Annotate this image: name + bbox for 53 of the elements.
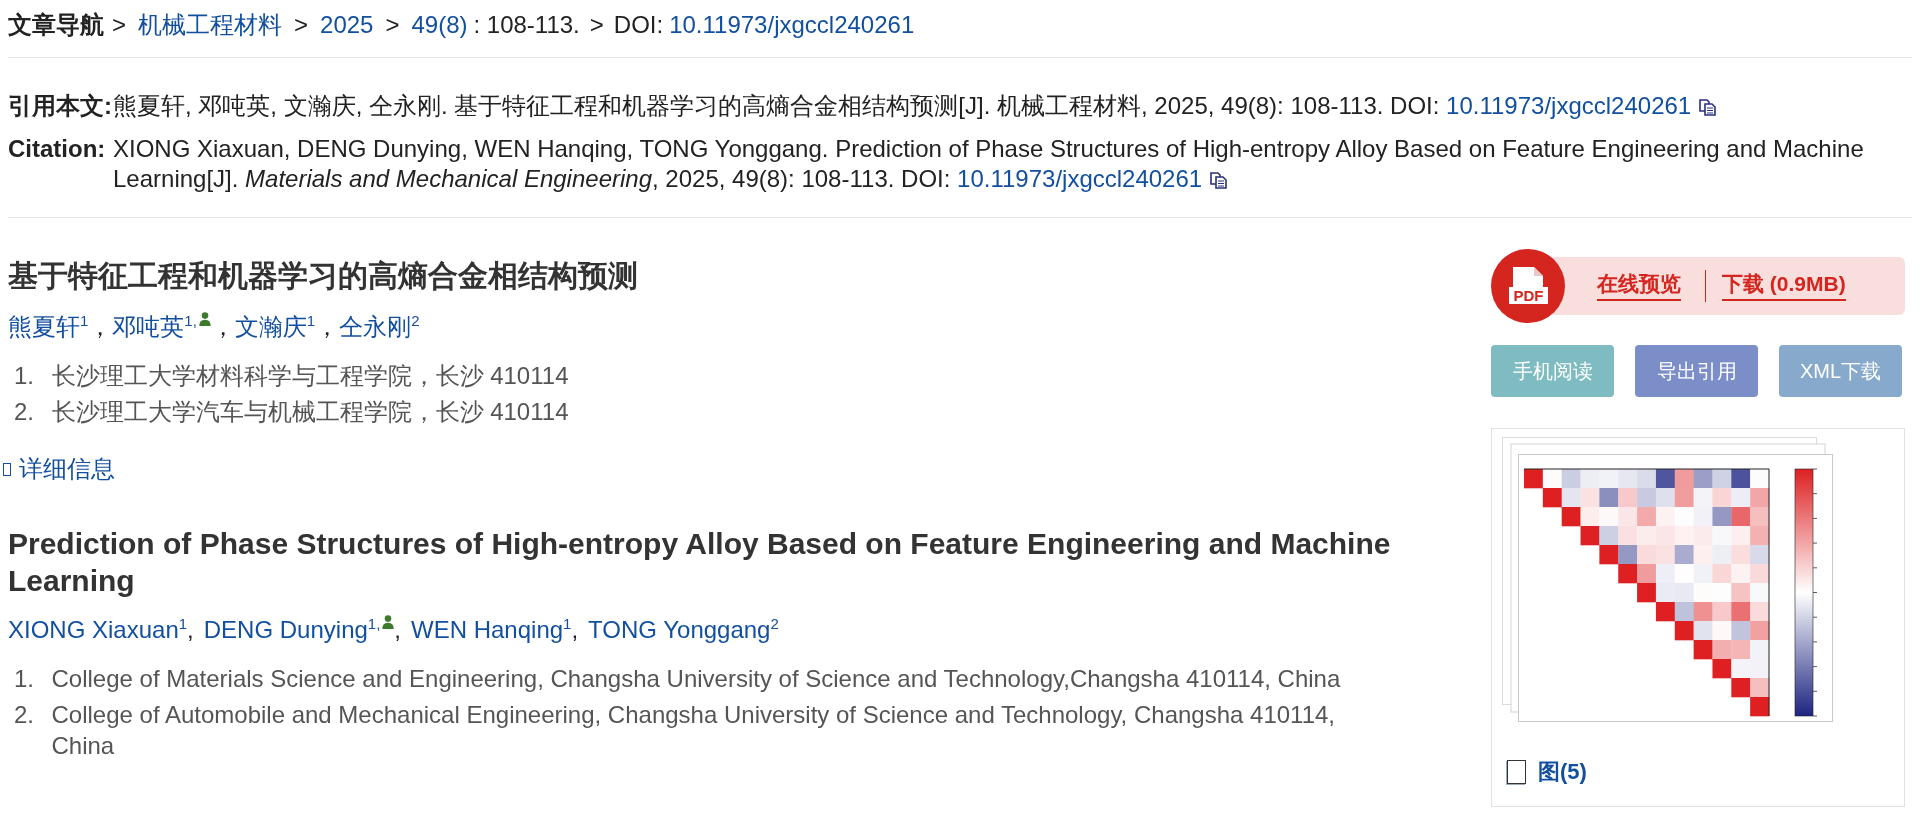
rectangle-icon[interactable]: [3, 462, 11, 476]
author-separator: ，: [210, 313, 235, 340]
breadcrumb-link[interactable]: 机械工程材料: [138, 8, 282, 41]
breadcrumb-text: DOI:: [613, 10, 664, 40]
affiliation-number: 2.: [14, 700, 35, 730]
author-link[interactable]: 仝永刚$^{2}$: [339, 313, 420, 340]
rectangle-icon: [1507, 760, 1526, 784]
author-link[interactable]: 熊夏轩$^{1}$: [8, 313, 89, 340]
affiliation-number: 1.: [14, 361, 35, 391]
author-link[interactable]: DENG Dunying$^{1,}$: [203, 616, 381, 643]
copy-icon[interactable]: [1210, 172, 1228, 189]
breadcrumb-separator: >: [385, 10, 400, 40]
affiliation-text: College of Automobile and Mechanical Engineering, Changsha University of Science and Technology, Changsha 410114, China: [51, 700, 1336, 761]
author-separator: ,: [394, 616, 401, 643]
doi-link[interactable]: 10.11973/jxgccl240261: [957, 165, 1203, 192]
article-title: 基于特征工程和机器学习的高熵合金相结构预测: [8, 258, 639, 294]
author-separator: ，: [315, 313, 340, 340]
details-link[interactable]: 详细信息: [19, 453, 115, 485]
citation-text: 熊夏轩, 邓吨英, 文瀚庆, 仝永刚. 基于特征工程和机器学习的高熵合金相结构预测[J]. 机械工程材料, 2025, 49(8): 108-113. DOI: 10.11973/jxgccl240261: [113, 92, 1717, 119]
affiliation-text: College of Materials Science and Engineering, Changsha University of Science and Technology,Changsha 410114, China: [51, 664, 1342, 694]
heatmap-figure-drawing[interactable]: [1502, 437, 1833, 722]
citation-label: Citation:: [8, 134, 107, 164]
person-icon[interactable]: [198, 312, 211, 326]
author-link[interactable]: 邓吨英$^{1,}$: [112, 313, 197, 340]
affiliation-number: 2.: [14, 397, 35, 427]
breadcrumb-link[interactable]: 49(8): [411, 8, 468, 41]
pdf-link[interactable]: 在线预览: [1597, 271, 1681, 301]
doi-link[interactable]: 10.11973/jxgccl240261: [1446, 92, 1692, 119]
affiliation-number: 1.: [14, 664, 35, 694]
citation-text: XIONG Xiaxuan, DENG Dunying, WEN Hanqing, TONG Yonggang. Prediction of Phase Structures of High-entropy Alloy Based on Feature Engineering and Machine Learning[J]. Materials and Mechanical Engineering, 2025, 49(8): 108-113. DOI: 10.11973/jxgccl240261: [113, 135, 1864, 192]
author-link[interactable]: XIONG Xiaxuan$^{1}$: [8, 616, 188, 643]
breadcrumb-text: : 108-113.: [473, 10, 580, 40]
breadcrumb-separator: >: [112, 10, 126, 40]
breadcrumb-link[interactable]: 10.11973/jxgccl240261: [669, 8, 915, 41]
pdf-logo[interactable]: PDF: [1491, 249, 1565, 323]
breadcrumb-separator: >: [294, 10, 309, 40]
author-separator: ,: [571, 616, 579, 643]
author-link[interactable]: TONG Yonggang$^{2}$: [588, 616, 779, 643]
article-title: Prediction of Phase Structures of High-entropy Alloy Based on Feature Engineering and Machine Learning: [8, 526, 1392, 599]
affiliation-text: 长沙理工大学汽车与机械工程学院，长沙 410114: [51, 397, 570, 427]
person-icon[interactable]: [382, 615, 395, 629]
figures-link[interactable]: 图(5): [1538, 760, 1587, 784]
breadcrumb-label: 文章导航: [8, 10, 104, 40]
citation-label: 引用本文:: [8, 91, 113, 121]
author-link[interactable]: 文瀚庆$^{1}$: [234, 313, 316, 340]
author-link[interactable]: WEN Hanqing$^{1}$: [411, 616, 572, 643]
affiliation-text: 长沙理工大学材料科学与工程学院，长沙 410114: [51, 361, 570, 391]
pdf-link[interactable]: 下载 (0.9MB): [1722, 271, 1846, 301]
copy-icon[interactable]: [1699, 99, 1717, 116]
breadcrumb-link[interactable]: 2025: [320, 8, 374, 41]
breadcrumb-separator: >: [589, 10, 604, 40]
author-separator: ,: [187, 616, 194, 643]
author-separator: ，: [88, 313, 113, 340]
